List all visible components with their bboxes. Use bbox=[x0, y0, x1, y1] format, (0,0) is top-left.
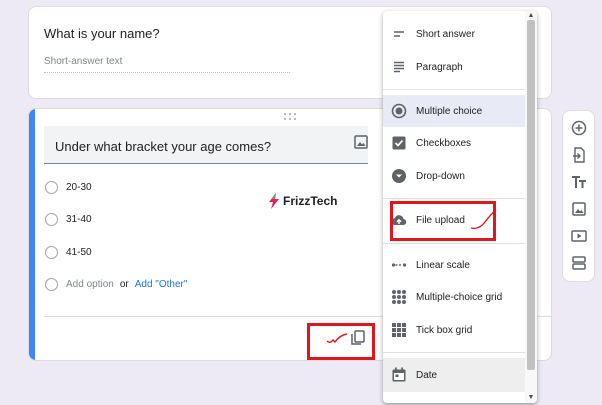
add-other-link[interactable]: Add "Other" bbox=[135, 279, 188, 290]
option-label[interactable]: 31-40 bbox=[66, 214, 92, 225]
calendar-icon bbox=[391, 367, 407, 383]
short-answer-field: Short-answer text bbox=[44, 56, 290, 73]
menu-item-label: Tick box grid bbox=[416, 324, 473, 336]
add-image-icon[interactable] bbox=[353, 134, 369, 150]
scroll-up-icon[interactable]: ▲ bbox=[527, 12, 535, 20]
menu-divider bbox=[383, 243, 525, 244]
add-option-row: Add option or Add "Other" bbox=[45, 276, 187, 292]
menu-divider bbox=[383, 198, 525, 199]
question-title-input[interactable]: Under what bracket your age comes? bbox=[44, 126, 368, 164]
option-item[interactable]: 31-40 bbox=[45, 211, 92, 227]
menu-item-checkboxes[interactable]: Checkboxes bbox=[383, 127, 525, 159]
add-section-icon[interactable] bbox=[570, 254, 588, 272]
menu-item-paragraph[interactable]: Paragraph bbox=[383, 51, 525, 83]
menu-item-label: Multiple choice bbox=[416, 105, 483, 117]
radio-icon bbox=[45, 277, 58, 291]
menu-divider bbox=[383, 352, 525, 353]
scrollbar-thumb[interactable] bbox=[527, 20, 535, 370]
menu-item-tick-box-grid[interactable]: Tick box grid bbox=[383, 314, 525, 346]
logo-bolt-icon bbox=[269, 193, 279, 209]
annotation-checkmark bbox=[470, 209, 497, 230]
annotation-checkmark bbox=[326, 333, 348, 344]
menu-item-linear-scale[interactable]: Linear scale bbox=[383, 249, 525, 281]
logo-text: FrizzTech bbox=[283, 194, 338, 208]
or-text: or bbox=[119, 278, 129, 290]
linear-scale-icon bbox=[391, 257, 407, 273]
paragraph-icon bbox=[391, 59, 407, 75]
question-title: What is your name? bbox=[44, 26, 160, 41]
add-image-icon[interactable] bbox=[570, 200, 588, 218]
radio-icon bbox=[391, 103, 407, 119]
menu-item-label: Linear scale bbox=[416, 259, 470, 271]
radio-icon bbox=[45, 245, 58, 259]
option-item[interactable]: 41-50 bbox=[45, 244, 92, 260]
option-item[interactable]: 20-30 bbox=[45, 179, 92, 195]
frizztech-logo: FrizzTech bbox=[267, 193, 337, 209]
menu-item-label: Date bbox=[416, 369, 438, 381]
menu-item-label: Paragraph bbox=[416, 61, 463, 73]
drag-handle-icon[interactable] bbox=[284, 113, 298, 121]
tick-grid-icon bbox=[391, 322, 407, 338]
radio-icon bbox=[45, 180, 58, 194]
menu-divider bbox=[383, 89, 525, 90]
menu-item-label: Short answer bbox=[416, 28, 475, 40]
menu-item-label: Drop-down bbox=[416, 170, 465, 182]
add-video-icon[interactable] bbox=[570, 227, 588, 245]
menu-scrollbar[interactable]: ▲ ▼ bbox=[525, 11, 537, 403]
menu-item-drop-down[interactable]: Drop-down bbox=[383, 160, 525, 192]
checkbox-icon bbox=[391, 135, 407, 151]
menu-item-date[interactable]: Date bbox=[383, 358, 525, 392]
menu-item-multiple-choice-grid[interactable]: Multiple-choice grid bbox=[383, 281, 525, 313]
import-questions-icon[interactable] bbox=[570, 146, 588, 164]
menu-item-short-answer[interactable]: Short answer bbox=[383, 18, 525, 50]
scroll-down-icon[interactable]: ▼ bbox=[527, 394, 535, 402]
dropdown-icon bbox=[391, 168, 407, 184]
add-question-icon[interactable] bbox=[570, 119, 588, 137]
add-option-link[interactable]: Add option bbox=[66, 279, 114, 290]
option-label[interactable]: 41-50 bbox=[66, 247, 92, 258]
menu-item-label: Checkboxes bbox=[416, 137, 472, 149]
option-label[interactable]: 20-30 bbox=[66, 182, 92, 193]
side-toolbar bbox=[562, 110, 595, 282]
radio-icon bbox=[45, 212, 58, 226]
short-answer-icon bbox=[391, 26, 407, 42]
active-card-accent bbox=[29, 109, 35, 360]
menu-item-multiple-choice[interactable]: Multiple choice bbox=[383, 95, 525, 127]
menu-item-label: Multiple-choice grid bbox=[416, 291, 503, 303]
add-title-icon[interactable] bbox=[570, 173, 588, 191]
grid-icon bbox=[391, 289, 407, 305]
